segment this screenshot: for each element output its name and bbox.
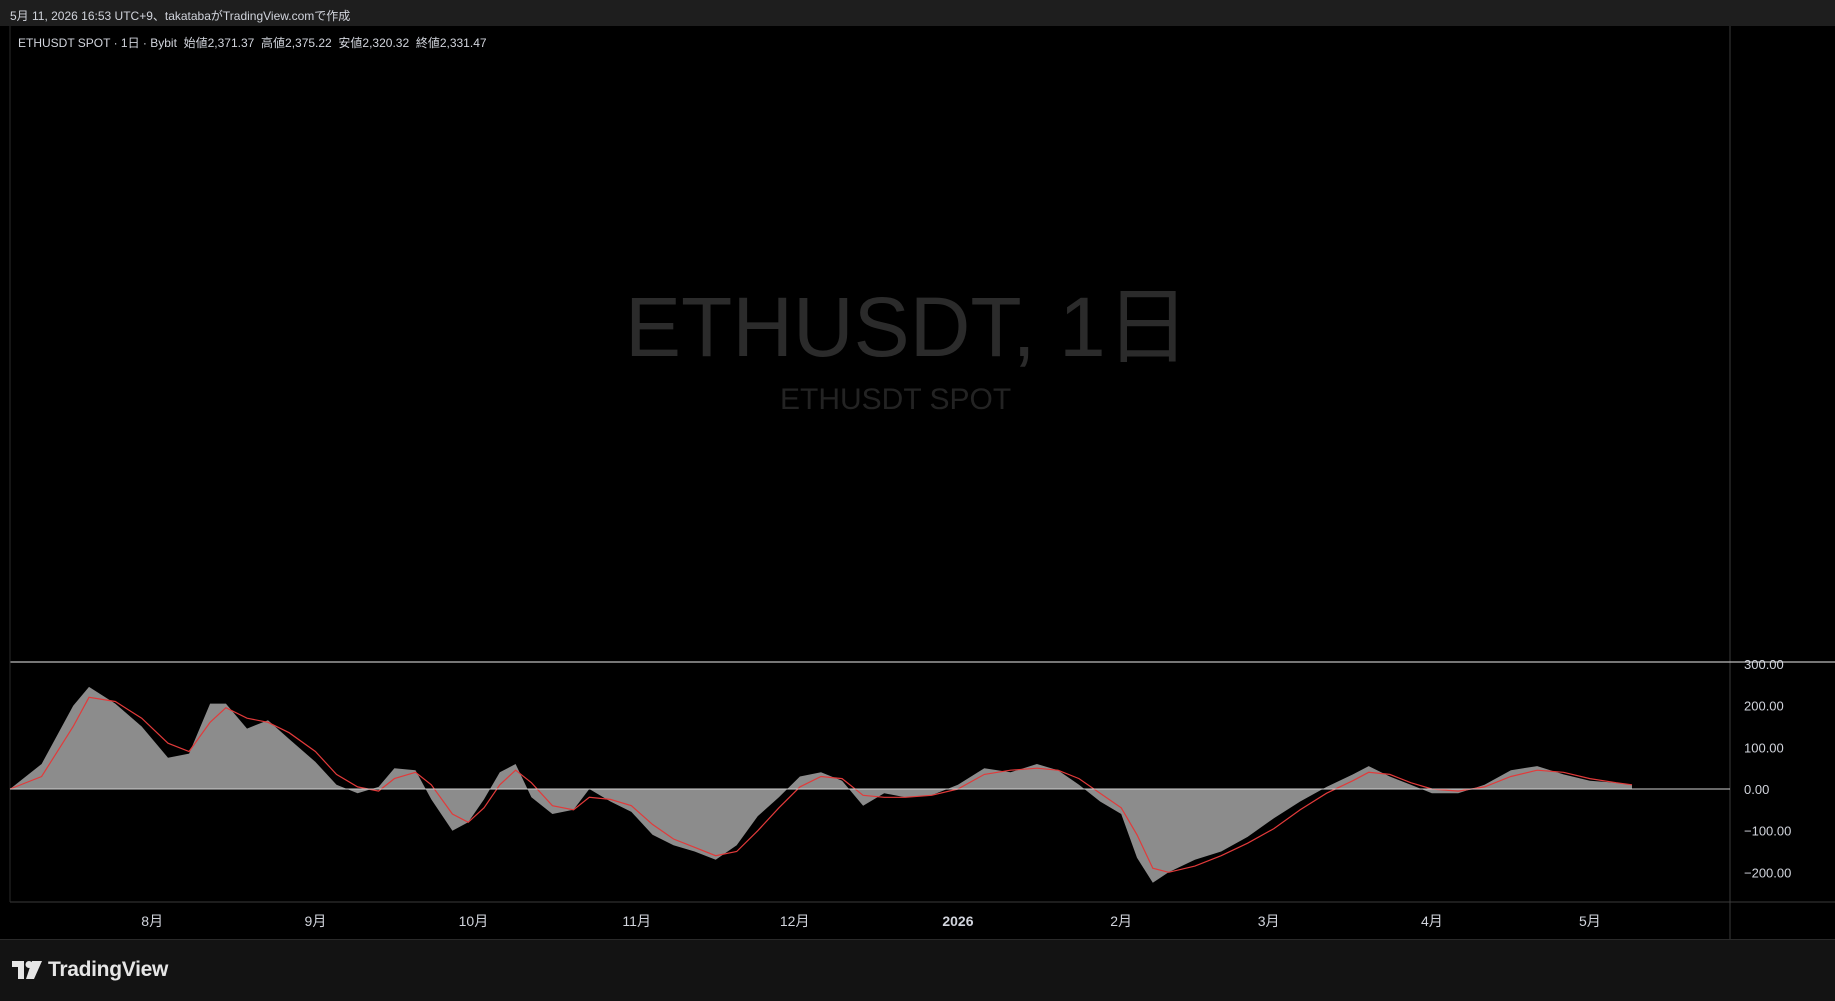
oscillator-axis-tick-4: −100.00 <box>1744 824 1791 839</box>
time-axis-label-2: 10月 <box>459 913 489 929</box>
time-axis-label-0: 8月 <box>141 913 163 929</box>
time-axis-label-9: 5月 <box>1579 913 1601 929</box>
tradingview-logo[interactable]: TradingView <box>12 958 168 982</box>
time-axis-label-5: 2026 <box>942 913 973 929</box>
tradingview-logo-icon <box>12 961 42 979</box>
time-axis-label-7: 3月 <box>1258 913 1280 929</box>
symbol-title: ETHUSDT SPOT · 1日 · Bybit <box>18 36 177 50</box>
price-chart[interactable]: ETHUSDT, 1日ETHUSDT SPOT5,200.004,400.004… <box>0 26 1835 939</box>
oscillator-axis-tick-2: 100.00 <box>1744 740 1784 755</box>
open-value: 2,371.37 <box>207 36 255 50</box>
oscillator-axis-tick-1: 200.00 <box>1744 699 1784 714</box>
time-axis-label-6: 2月 <box>1110 913 1132 929</box>
high-label: 高値 <box>261 36 286 50</box>
low-value: 2,320.32 <box>362 36 410 50</box>
time-axis-label-3: 11月 <box>622 913 651 929</box>
open-label: 始値 <box>183 36 208 50</box>
watermark-line2: ETHUSDT SPOT <box>780 383 1011 416</box>
header-timestamp: 5月 11, 2026 16:53 UTC+9、takatabaがTrading… <box>10 9 351 23</box>
watermark-line1: ETHUSDT, 1日 <box>625 280 1190 374</box>
footer-bar: TradingView <box>0 939 1835 1001</box>
oscillator-axis-tick-3: 0.00 <box>1744 782 1769 797</box>
time-axis-label-4: 12月 <box>780 913 810 929</box>
oscillator-axis-tick-5: −200.00 <box>1744 865 1791 880</box>
tradingview-logo-text: TradingView <box>48 958 169 981</box>
time-axis-label-1: 9月 <box>305 913 327 929</box>
low-label: 安値 <box>338 36 363 50</box>
symbol-info: ETHUSDT SPOT · 1日 · Bybit 始値2,371.37 高値2… <box>18 34 487 51</box>
chart-background <box>0 26 1835 939</box>
time-axis-label-8: 4月 <box>1421 913 1443 929</box>
close-label: 終値 <box>415 36 440 50</box>
high-value: 2,375.22 <box>285 36 332 50</box>
oscillator-axis-tick-0: 300.00 <box>1744 657 1784 672</box>
header-bar: 5月 11, 2026 16:53 UTC+9、takatabaがTrading… <box>0 0 1835 27</box>
close-value: 2,331.47 <box>439 36 487 50</box>
